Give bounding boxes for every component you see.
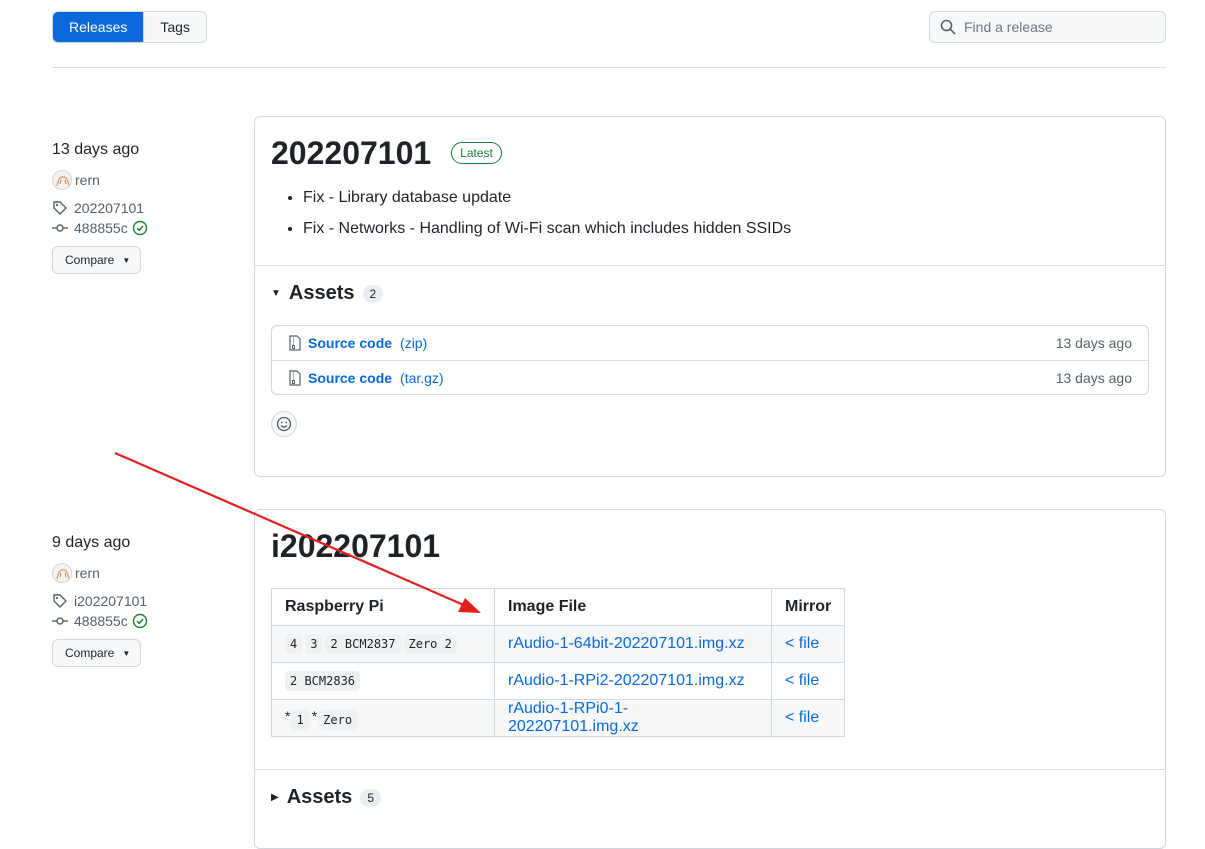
table-header: Mirror [770, 588, 846, 626]
table-row: 432 BCM2837 Zero 2 rAudio-1-64bit-2022071… [271, 625, 846, 663]
release-tag-switch: Releases Tags [52, 11, 207, 43]
author[interactable]: rern [52, 170, 154, 190]
image-file-cell: rAudio-1-RPi0-1-202207101.img.xz [494, 699, 772, 737]
divider [52, 67, 1166, 68]
triangle-right-icon: ▶ [271, 792, 279, 803]
tag-name[interactable]: i202207101 [74, 593, 147, 609]
pi-model-code: 2 BCM2836 [285, 671, 361, 691]
image-file-link[interactable]: rAudio-1-RPi2-202207101.img.xz [508, 672, 745, 689]
mirror-cell: < file [770, 699, 846, 737]
mirror-cell: < file [770, 625, 846, 663]
asset-date: 13 days ago [1055, 369, 1132, 386]
image-file-link[interactable]: rAudio-1-64bit-202207101.img.xz [508, 635, 745, 652]
release-note: Fix - Library database update [303, 187, 1149, 208]
author-name[interactable]: rern [75, 172, 100, 188]
release-note: Fix - Networks - Handling of Wi-Fi scan … [303, 218, 1149, 239]
assets-counter: 2 [362, 284, 384, 303]
check-circle-icon [132, 613, 147, 629]
mirror-link[interactable]: < file [785, 635, 819, 652]
pi-models-cell: 2 BCM2836 [271, 662, 495, 700]
pi-model-code: 1 [291, 709, 309, 730]
author-name[interactable]: rern [75, 565, 100, 581]
compare-label: Compare [65, 646, 115, 660]
table-row: 2 BCM2836 rAudio-1-RPi2-202207101.img.xz… [271, 662, 846, 700]
commit-sha[interactable]: 488855c [74, 220, 128, 236]
commit-sha[interactable]: 488855c [74, 613, 128, 629]
table-header: Raspberry Pi [271, 588, 495, 626]
check-circle-icon [132, 220, 147, 236]
mirror-link[interactable]: < file [785, 672, 819, 689]
avatar [52, 170, 72, 190]
asset-format[interactable]: (zip) [400, 335, 427, 351]
compare-button[interactable]: Compare ▼ [52, 246, 142, 274]
file-zip-icon [289, 335, 301, 351]
release-search[interactable] [929, 11, 1166, 43]
triangle-down-icon: ▼ [271, 288, 281, 299]
tag-name[interactable]: 202207101 [74, 200, 144, 216]
tag-icon [53, 594, 67, 608]
asset-link[interactable]: Source code [308, 335, 392, 351]
image-file-link[interactable]: rAudio-1-RPi0-1-202207101.img.xz [508, 700, 639, 735]
file-zip-icon [289, 369, 301, 386]
mirror-cell: < file [770, 662, 846, 700]
release-title[interactable]: i202207101 [271, 526, 440, 566]
pi-model-code: Zero [318, 709, 358, 730]
image-file-cell: rAudio-1-RPi2-202207101.img.xz [494, 662, 772, 700]
release-card: i202207101 Raspberry Pi Image File Mirro… [254, 509, 1166, 849]
caret-down-icon: ▼ [122, 648, 131, 658]
commit-icon [52, 224, 68, 232]
assets-toggle[interactable]: ▼ Assets 2 [255, 266, 1165, 305]
assets-label: Assets [288, 282, 355, 304]
tag-link[interactable]: i202207101 [52, 593, 154, 609]
asterisk: * [285, 707, 291, 724]
pi-model-code: Zero 2 [403, 634, 457, 654]
asterisk: * [311, 707, 318, 724]
asset-list: Source code (zip) 13 days ago Source cod… [271, 325, 1149, 395]
latest-badge: Latest [451, 142, 502, 164]
mirror-link[interactable]: < file [785, 709, 819, 726]
asset-date: 13 days ago [1055, 335, 1132, 351]
image-file-cell: rAudio-1-64bit-202207101.img.xz [494, 625, 772, 663]
commit-link[interactable]: 488855c [52, 613, 154, 629]
asset-row[interactable]: Source code (tar.gz) 13 days ago [272, 360, 1148, 394]
compare-button[interactable]: Compare ▼ [52, 639, 142, 667]
tag-link[interactable]: 202207101 [52, 200, 154, 216]
author[interactable]: rern [52, 563, 154, 583]
table-header: Image File [494, 588, 772, 626]
assets-label: Assets [286, 786, 353, 808]
release-date: 9 days ago [52, 534, 131, 551]
asset-link[interactable]: Source code [308, 370, 392, 386]
assets-counter: 5 [360, 788, 381, 807]
release-title[interactable]: 202207101 [271, 133, 431, 173]
pi-model-code: 3 [305, 634, 323, 654]
release-meta: 9 days ago rern i202207101 488855c Compa… [52, 533, 154, 667]
release-card: 202207101 Latest Fix - Library database … [254, 116, 1166, 477]
pi-models-cell: * 1 * Zero [271, 699, 495, 737]
image-table: Raspberry Pi Image File Mirror 432 BCM28… [271, 588, 846, 737]
assets-toggle[interactable]: ▶ Assets 5 [255, 770, 1165, 809]
asset-format[interactable]: (tar.gz) [400, 370, 444, 386]
search-input[interactable] [962, 18, 1152, 36]
asset-row[interactable]: Source code (zip) 13 days ago [272, 326, 1148, 360]
commit-icon [52, 617, 68, 625]
smiley-icon [276, 416, 292, 432]
pi-models-cell: 432 BCM2837 Zero 2 [271, 625, 495, 663]
caret-down-icon: ▼ [122, 255, 131, 265]
compare-label: Compare [65, 253, 115, 267]
commit-link[interactable]: 488855c [52, 220, 154, 236]
tab-releases[interactable]: Releases [53, 12, 144, 42]
release-meta: 13 days ago rern 202207101 488855c Compa… [52, 140, 154, 274]
add-reaction-button[interactable] [271, 411, 297, 437]
table-header-row: Raspberry Pi Image File Mirror [271, 588, 846, 626]
tag-icon [53, 201, 67, 215]
search-icon [940, 19, 956, 35]
release-date: 13 days ago [52, 141, 140, 158]
pi-model-code: 4 [285, 634, 303, 654]
avatar [52, 563, 72, 583]
tab-tags[interactable]: Tags [143, 12, 206, 42]
pi-model-code: 2 BCM2837 [325, 634, 401, 654]
table-row: * 1 * Zero rAudio-1-RPi0-1-202207101.img.xz… [271, 699, 846, 737]
release-notes: Fix - Library database update Fix - Netw… [271, 187, 1149, 239]
